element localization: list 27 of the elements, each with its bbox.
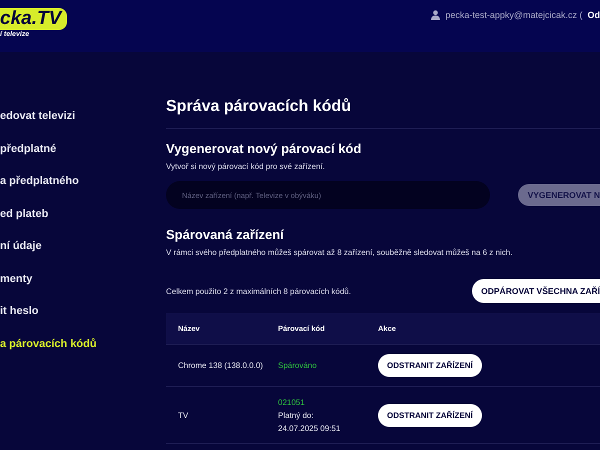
sidebar-item[interactable]: it heslo xyxy=(0,295,166,328)
page-title: Správa párovacích kódů xyxy=(166,98,600,129)
section-description: V rámci svého předplatného můžeš spárovat až 8 zařízení, souběžně sledovat můžeš na 6 z nich. xyxy=(166,248,514,257)
valid-until-date: 24.07.2025 09:51 xyxy=(278,424,342,432)
sidebar-item[interactable]: edovat televizi xyxy=(0,100,166,132)
user-email: pecka-test-appky@matejcicak.cz ( xyxy=(445,10,582,20)
pairing-code: 021051 xyxy=(278,398,306,406)
sidebar-item[interactable]: ed plateb xyxy=(0,198,166,230)
sidebar-item[interactable]: předplatné xyxy=(0,132,166,165)
valid-until-label: Platný do: xyxy=(278,410,315,420)
device-name: Chrome 138 (138.0.0.0) xyxy=(178,361,264,370)
remove-device-button[interactable]: ODSTRANIT ZAŘÍZENÍ xyxy=(378,354,482,377)
sidebar-item[interactable]: menty xyxy=(0,262,166,295)
section-description: Vytvoř si nový párovací kód pro své zařízení. xyxy=(166,162,326,171)
user-icon xyxy=(431,10,440,20)
device-name: TV xyxy=(178,410,190,420)
paired-status: Spárováno xyxy=(278,361,318,370)
sidebar-item[interactable]: a párovacích kódů xyxy=(0,328,166,360)
section-title: Vygenerovat nový párovací kód xyxy=(166,141,362,156)
unpair-all-button[interactable]: ODPÁROVAT VŠECHNA ZAŘÍ xyxy=(472,279,600,303)
sidebar-item[interactable]: ní údaje xyxy=(0,230,166,262)
logo[interactable]: cka.TV xyxy=(0,8,68,30)
sidebar-item[interactable]: a předplatného xyxy=(0,165,166,198)
section-title: Spárovaná zařízení xyxy=(166,227,285,242)
logout-link[interactable]: Od xyxy=(588,10,600,20)
usage-text: Celkem použito 2 z maximálních 8 párovacích kódů. xyxy=(166,286,351,296)
remove-device-button[interactable]: ODSTRANIT ZAŘÍZENÍ xyxy=(378,404,482,426)
